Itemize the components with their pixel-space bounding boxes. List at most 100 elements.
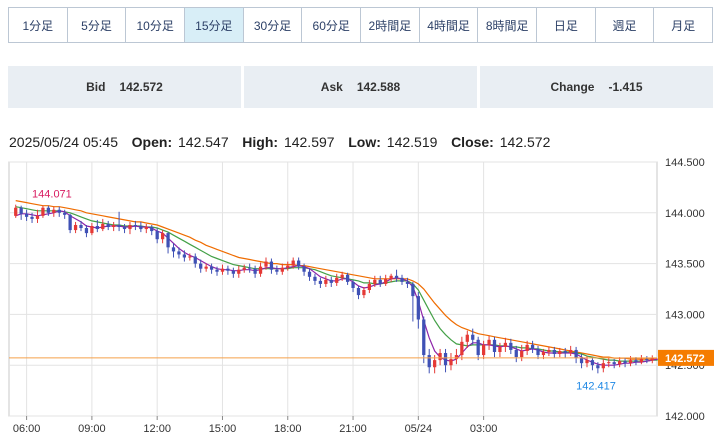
candle-body <box>302 266 306 272</box>
candle-body <box>166 233 170 248</box>
candle-body <box>79 224 83 229</box>
candle-body <box>204 266 208 269</box>
candle-body <box>492 339 497 352</box>
tab-timeframe[interactable]: 8時間足 <box>478 8 538 42</box>
tab-timeframe[interactable]: 日足 <box>537 8 596 42</box>
candle-body <box>422 319 426 356</box>
candle-body <box>460 341 464 356</box>
candle-body <box>52 209 56 213</box>
candle-body <box>199 263 203 269</box>
open-value: 142.547 <box>178 134 229 150</box>
bid-label: Bid <box>86 80 106 94</box>
candle-body <box>351 281 355 288</box>
candle-body <box>509 342 513 350</box>
x-tick-label: 18:00 <box>274 423 302 434</box>
tab-timeframe[interactable]: 1分足 <box>9 8 68 42</box>
tab-timeframe[interactable]: 30分足 <box>243 8 303 42</box>
candle-body <box>139 226 143 230</box>
candle-body <box>389 275 393 279</box>
high-label: High: <box>242 134 279 150</box>
candle-body <box>128 224 132 230</box>
candle-body <box>122 227 127 230</box>
candle-body <box>242 267 246 270</box>
candle-body <box>514 349 518 358</box>
high-value: 142.597 <box>283 134 335 150</box>
y-tick-label: 143.000 <box>665 309 705 321</box>
candle-body <box>264 261 268 267</box>
tab-timeframe[interactable]: 2時間足 <box>361 8 420 42</box>
candle-body <box>275 269 279 272</box>
candle-body <box>384 278 388 284</box>
tab-timeframe[interactable]: 月足 <box>654 8 713 42</box>
candle-body <box>291 260 295 266</box>
candle-body <box>373 279 377 284</box>
candle-body <box>112 224 116 228</box>
min-price-label: 142.417 <box>576 381 616 393</box>
candle-body <box>324 279 328 284</box>
tab-timeframe[interactable]: 15分足 <box>185 8 244 42</box>
candle-body <box>335 277 339 283</box>
x-tick-label: 09:00 <box>78 423 106 434</box>
candle-body <box>24 213 29 217</box>
ask-value: 142.588 <box>356 80 401 94</box>
candle-body <box>530 344 535 349</box>
candle-body <box>35 215 40 219</box>
candle-body <box>618 361 622 365</box>
candle-body <box>30 216 34 219</box>
candle-body <box>590 360 595 366</box>
candle-body <box>362 290 366 296</box>
candle-body <box>628 360 633 364</box>
candle-body <box>193 256 197 264</box>
candle-body <box>443 353 448 366</box>
candle-body <box>329 279 333 283</box>
bid-panel: Bid 142.572 <box>8 66 241 108</box>
candle-body <box>220 268 225 272</box>
candle-body <box>307 271 312 277</box>
candle-body <box>400 277 404 282</box>
tab-timeframe[interactable]: 60分足 <box>302 8 362 42</box>
candle-body <box>237 269 241 274</box>
tab-timeframe[interactable]: 10分足 <box>126 8 186 42</box>
candle-body <box>177 251 181 255</box>
plot-frame <box>8 161 658 417</box>
bid-value: 142.572 <box>119 80 163 94</box>
candle-body <box>547 349 551 352</box>
candle-body <box>280 267 284 272</box>
candle-body <box>73 224 78 231</box>
low-value: 142.519 <box>386 134 438 150</box>
candle-body <box>405 281 410 284</box>
candle-body <box>645 359 649 361</box>
y-tick-label: 143.500 <box>665 259 705 271</box>
candle-body <box>481 344 486 356</box>
candle-body <box>286 265 290 268</box>
candle-body <box>454 355 459 360</box>
tab-timeframe[interactable]: 週足 <box>595 8 655 42</box>
candle-body <box>68 214 72 231</box>
candle-body <box>182 254 187 258</box>
candle-body <box>318 280 323 284</box>
candle-body <box>84 228 89 234</box>
candle-body <box>171 247 176 252</box>
quote-bar: Bid 142.572 Ask 142.588 Change -1.415 <box>8 66 713 108</box>
x-tick-label: 03:00 <box>470 423 498 434</box>
candle-body <box>226 268 230 271</box>
y-tick-label: 144.000 <box>665 208 705 220</box>
open-label: Open: <box>131 134 173 150</box>
candle-body <box>133 224 138 227</box>
tab-timeframe[interactable]: 4時間足 <box>419 8 479 42</box>
candle-body <box>394 275 399 278</box>
ohlc-datetime: 2025/05/24 05:45 <box>9 134 118 150</box>
candle-body <box>63 212 67 215</box>
price-chart[interactable]: 144.500144.000143.500143.000142.500142.0… <box>0 152 720 434</box>
change-panel: Change -1.415 <box>480 66 713 108</box>
change-value: -1.415 <box>608 80 643 94</box>
candle-body <box>248 267 252 269</box>
candle-body <box>19 207 23 214</box>
candle-body <box>585 360 589 364</box>
candle-body <box>258 266 263 274</box>
ask-panel: Ask 142.588 <box>244 66 477 108</box>
x-tick-label: 15:00 <box>209 423 237 434</box>
candle-body <box>612 362 616 365</box>
tab-timeframe[interactable]: 5分足 <box>67 8 127 42</box>
candle-body <box>427 355 431 368</box>
